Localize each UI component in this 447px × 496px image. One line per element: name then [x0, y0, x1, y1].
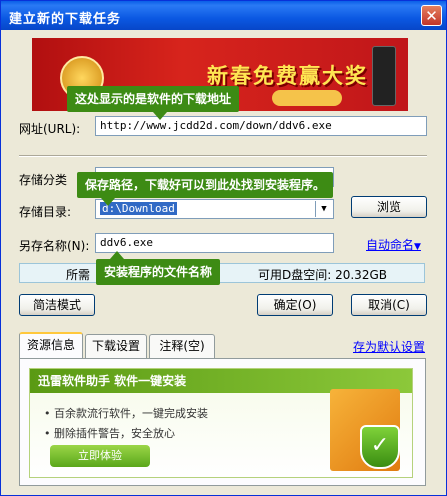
close-button[interactable]: ✕ [421, 5, 442, 26]
directory-select[interactable]: d:\Download ▼ [95, 199, 334, 219]
url-label: 网址(URL): [19, 122, 81, 136]
filename-field[interactable]: ddv6.exe [95, 233, 334, 253]
ad-item: • 百余款流行软件，一键完成安装 [44, 407, 208, 420]
shield-check-icon: ✓ [360, 425, 400, 469]
chevron-down-icon[interactable]: ▼ [315, 201, 332, 217]
software-assistant-ad[interactable]: 迅雷软件助手 软件一键安装 • 百余款流行软件，一键完成安装 • 删除插件警告，… [29, 368, 413, 478]
category-label: 存储分类 [19, 173, 68, 187]
ok-button[interactable]: 确定(O) [257, 294, 333, 316]
tooltip-tail [153, 112, 167, 120]
path-tooltip-text: 保存路径，下载好可以到此处找到安装程序。 [85, 178, 326, 192]
phone-icon [372, 46, 396, 106]
new-download-dialog: 建立新的下载任务 ✕ 新春免费赢大奖 网址(URL): http://www.j… [0, 0, 447, 496]
simple-mode-button[interactable]: 简洁模式 [19, 294, 95, 316]
tooltip-tail [110, 251, 124, 259]
url-field[interactable]: http://www.jcdd2d.com/down/ddv6.exe [95, 116, 427, 136]
banner-button[interactable] [272, 90, 342, 106]
window-title: 建立新的下载任务 [9, 12, 122, 27]
tab-resource-info[interactable]: 资源信息 [19, 332, 83, 358]
tab-panel: 迅雷软件助手 软件一键安装 • 百余款流行软件，一键完成安装 • 删除插件警告，… [19, 358, 426, 486]
ad-item-text: 百余款流行软件，一键完成安装 [54, 407, 208, 420]
divider-top [19, 155, 427, 157]
try-now-button[interactable]: 立即体验 [50, 445, 150, 467]
filename-tooltip: 安装程序的文件名称 [96, 251, 221, 285]
path-tooltip: 保存路径，下载好可以到此处找到安装程序。 [77, 172, 334, 206]
directory-label: 存储目录: [19, 205, 72, 219]
required-space-text: 所需 [66, 268, 91, 282]
url-tooltip: 这处显示的是软件的下载地址 [67, 86, 240, 120]
title-bar: 建立新的下载任务 ✕ [1, 1, 446, 30]
filename-label: 另存名称(N): [19, 239, 90, 253]
available-space-text: 可用D盘空间: 20.32GB [258, 268, 387, 282]
browse-button[interactable]: 浏览 [351, 196, 427, 218]
auto-name-label: 自动命名 [366, 238, 415, 252]
ad-item-text: 删除插件警告，安全放心 [54, 427, 175, 440]
url-tooltip-text: 这处显示的是软件的下载地址 [75, 92, 232, 106]
disk-status-bar: 所需 可用D盘空间: 20.32GB [19, 263, 425, 283]
filename-tooltip-text: 安装程序的文件名称 [104, 265, 213, 279]
triangle-down-icon: ▼ [414, 242, 421, 252]
save-as-default-link[interactable]: 存为默认设置 [353, 338, 425, 355]
tab-download-settings[interactable]: 下载设置 [85, 334, 147, 358]
auto-name-link[interactable]: 自动命名▼ [366, 236, 421, 253]
tab-comments[interactable]: 注释(空) [149, 334, 215, 358]
cancel-button[interactable]: 取消(C) [351, 294, 427, 316]
ad-item: • 删除插件警告，安全放心 [44, 427, 175, 440]
tooltip-tail [101, 198, 115, 206]
